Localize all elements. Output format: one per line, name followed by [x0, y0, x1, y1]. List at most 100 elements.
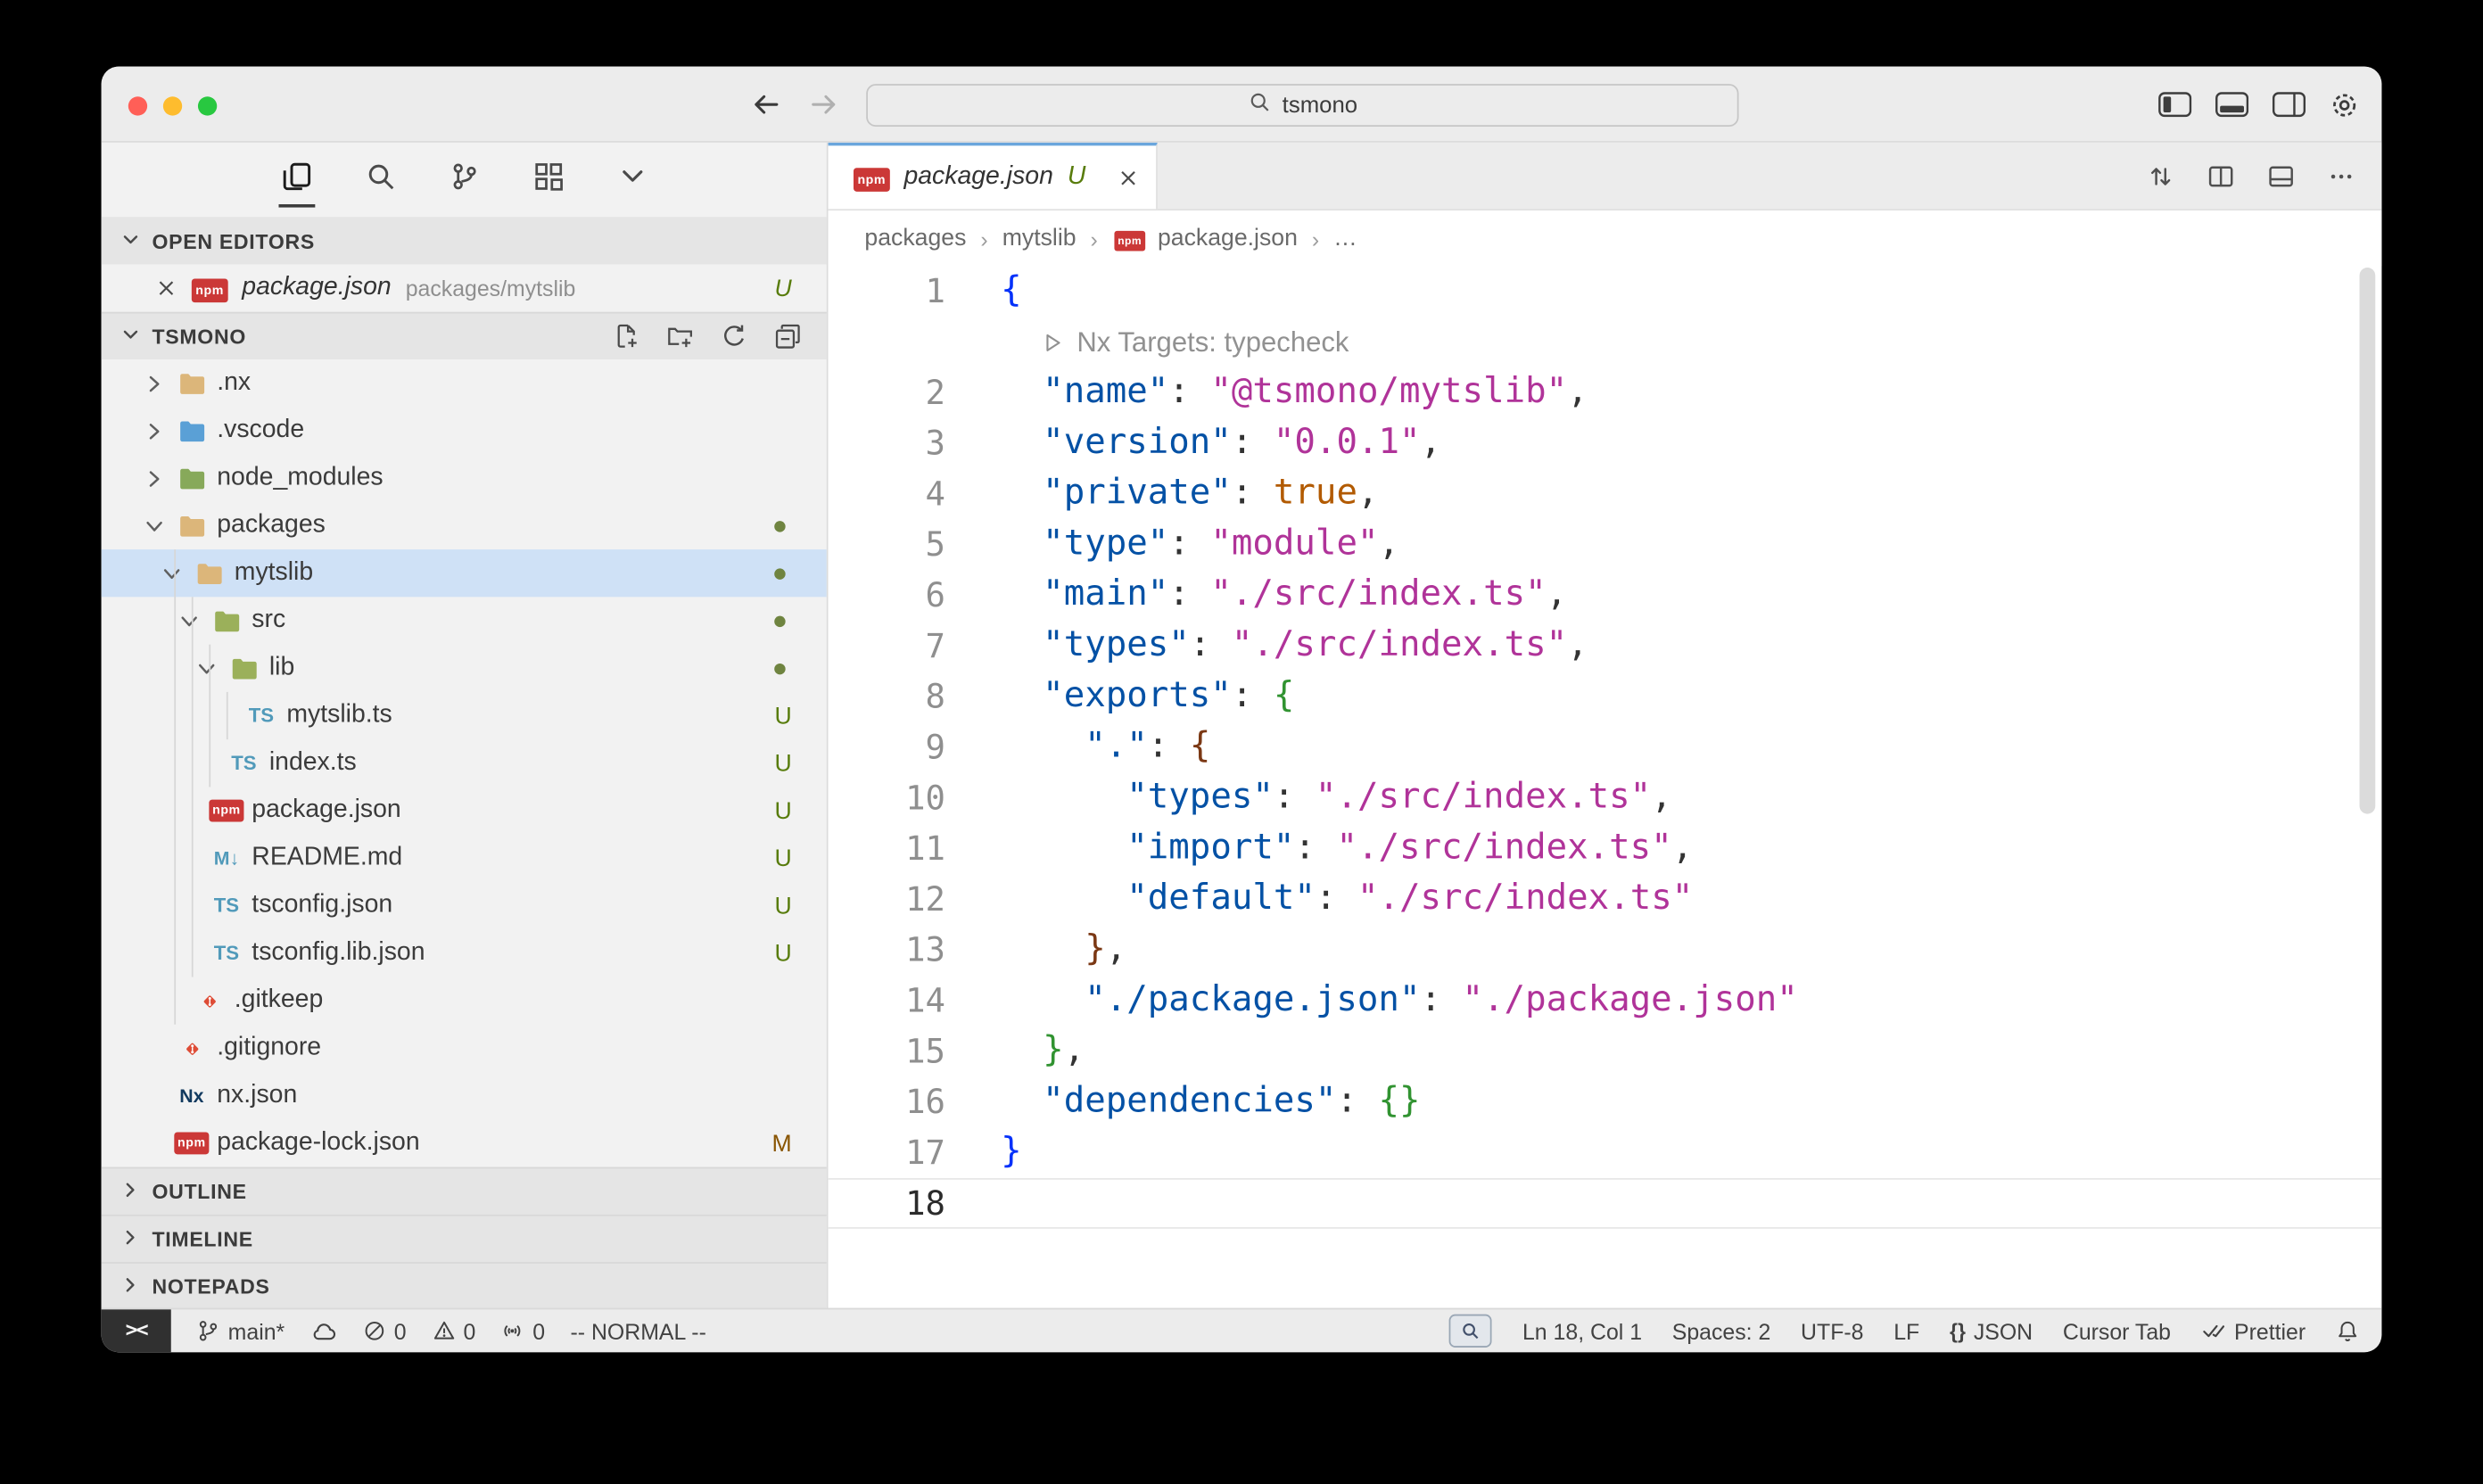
tree-item-README.md[interactable]: M↓README.mdU: [102, 835, 827, 882]
code-line-1[interactable]: 1{: [829, 266, 2382, 317]
toggle-panel-button[interactable]: [2215, 92, 2248, 117]
code-line-9[interactable]: 9 ".": {: [829, 722, 2382, 773]
indent-guide: [227, 692, 228, 739]
git-status-badge: U: [775, 797, 792, 824]
code-line-14[interactable]: 14 "./package.json": "./package.json": [829, 976, 2382, 1026]
minimize-window-button[interactable]: [163, 96, 182, 115]
toggle-primary-sidebar-button[interactable]: [2158, 92, 2191, 117]
tree-item-.vscode[interactable]: .vscode: [102, 407, 827, 454]
notifications[interactable]: [2336, 1309, 2360, 1352]
title-bar[interactable]: tsmono: [102, 67, 2382, 143]
git-branch[interactable]: main*: [196, 1309, 285, 1352]
search-tool-button[interactable]: [362, 153, 399, 206]
encoding[interactable]: UTF-8: [1801, 1309, 1863, 1352]
breadcrumb-item-mytslib[interactable]: mytslib: [1002, 225, 1077, 251]
chevron-spacer: [174, 892, 202, 920]
tree-item-tsconfig.json[interactable]: TStsconfig.jsonU: [102, 882, 827, 929]
remote-indicator[interactable]: ><: [102, 1309, 171, 1352]
collapse-folders-button[interactable]: [774, 323, 801, 350]
editor-pane[interactable]: 1{Nx Targets: typecheck2 "name": "@tsmon…: [829, 266, 2382, 1307]
code-line-6[interactable]: 6 "main": "./src/index.ts",: [829, 570, 2382, 621]
code-line-11[interactable]: 11 "import": "./src/index.ts",: [829, 823, 2382, 874]
code-line-8[interactable]: 8 "exports": {: [829, 672, 2382, 722]
tab-package-json[interactable]: npm package.json U: [829, 143, 1158, 210]
code-line-13[interactable]: 13 },: [829, 925, 2382, 976]
formatter-prettier[interactable]: Prettier: [2201, 1309, 2306, 1352]
open-editors-header[interactable]: OPEN EDITORS: [102, 217, 827, 264]
git-status-badge: M: [772, 1130, 792, 1157]
tree-item-mytslib[interactable]: mytslib: [102, 549, 827, 597]
notepads-section-header[interactable]: NOTEPADS: [102, 1262, 827, 1307]
codelens-nx-targets[interactable]: Nx Targets: typecheck: [1042, 317, 1349, 367]
close-tab-button[interactable]: [1117, 166, 1141, 190]
zoom-icon: [1449, 1315, 1492, 1348]
breadcrumb-item-packages[interactable]: packages: [864, 225, 966, 251]
more-actions-icon[interactable]: [2328, 162, 2355, 189]
tree-item-label: mytslib.ts: [286, 702, 392, 730]
more-tools-chevron-button[interactable]: [614, 153, 650, 206]
tree-item-package-lock.json[interactable]: npmpackage-lock.jsonM: [102, 1119, 827, 1167]
language-mode[interactable]: {}JSON: [1950, 1309, 2033, 1352]
split-editor-icon[interactable]: [2207, 162, 2234, 189]
new-folder-button[interactable]: [666, 323, 693, 350]
tree-item-.gitignore[interactable]: .gitignore: [102, 1025, 827, 1072]
cursor-tab[interactable]: Cursor Tab: [2063, 1309, 2171, 1352]
tree-item-label: .gitignore: [217, 1034, 321, 1062]
open-editor-item[interactable]: npm package.json packages/mytslib U: [102, 265, 827, 312]
code-line-7[interactable]: 7 "types": "./src/index.ts",: [829, 621, 2382, 672]
new-file-button[interactable]: [613, 323, 639, 350]
problems-errors[interactable]: 0: [362, 1309, 406, 1352]
explorer-tool-button[interactable]: [278, 153, 315, 206]
code-line-12[interactable]: 12 "default": "./src/index.ts": [829, 874, 2382, 925]
command-center-search[interactable]: tsmono: [866, 84, 1738, 127]
code-line-4[interactable]: 4 "private": true,: [829, 469, 2382, 520]
cloud-icon: [310, 1318, 337, 1343]
tree-item-src[interactable]: src: [102, 597, 827, 644]
ports[interactable]: 0: [501, 1309, 545, 1352]
customize-layout-icon[interactable]: [2268, 162, 2295, 189]
problems-warnings[interactable]: 0: [432, 1309, 475, 1352]
code-line-15[interactable]: 15 },: [829, 1026, 2382, 1077]
cursor-position[interactable]: Ln 18, Col 1: [1522, 1309, 1642, 1352]
tree-item-packages[interactable]: packages: [102, 502, 827, 549]
outline-section-header[interactable]: OUTLINE: [102, 1167, 827, 1215]
line-number: 11: [829, 823, 945, 874]
project-section-header[interactable]: TSMONO: [102, 312, 827, 359]
tree-item-.gitkeep[interactable]: .gitkeep: [102, 977, 827, 1024]
close-window-button[interactable]: [128, 96, 147, 115]
source-control-tool-button[interactable]: [446, 153, 483, 206]
navigate-forward-button[interactable]: [809, 92, 839, 117]
code-line-3[interactable]: 3 "version": "0.0.1",: [829, 418, 2382, 469]
sync-changes[interactable]: [310, 1309, 337, 1352]
close-editor-button[interactable]: [155, 277, 177, 300]
tree-item-tsconfig.lib.json[interactable]: TStsconfig.lib.jsonU: [102, 929, 827, 977]
navigate-back-button[interactable]: [751, 92, 781, 117]
navigate-editors-icon[interactable]: [2148, 162, 2174, 189]
eol[interactable]: LF: [1893, 1309, 1919, 1352]
toggle-secondary-sidebar-button[interactable]: [2273, 92, 2306, 117]
editor-scrollbar[interactable]: [2360, 268, 2376, 814]
refresh-explorer-button[interactable]: [721, 323, 747, 350]
code-line-18[interactable]: 18: [829, 1178, 2382, 1229]
tree-item-node_modules[interactable]: node_modules: [102, 455, 827, 502]
zoom-indicator[interactable]: [1449, 1309, 1492, 1352]
breadcrumb-item-…[interactable]: …: [1333, 225, 1357, 251]
code-line-10[interactable]: 10 "types": "./src/index.ts",: [829, 772, 2382, 823]
npm-file-icon: npm: [177, 1129, 206, 1158]
extensions-tool-button[interactable]: [530, 153, 566, 206]
zoom-window-button[interactable]: [198, 96, 217, 115]
code-line-2[interactable]: 2 "name": "@tsmono/mytslib",: [829, 367, 2382, 418]
timeline-section-header[interactable]: TIMELINE: [102, 1215, 827, 1262]
code-line-17[interactable]: 17}: [829, 1127, 2382, 1178]
indentation[interactable]: Spaces: 2: [1672, 1309, 1771, 1352]
tree-item-package.json[interactable]: npmpackage.jsonU: [102, 787, 827, 834]
breadcrumb-item-package.json[interactable]: npmpackage.json: [1112, 225, 1298, 251]
code-line-16[interactable]: 16 "dependencies": {}: [829, 1076, 2382, 1127]
code-line-5[interactable]: 5 "type": "module",: [829, 519, 2382, 570]
tree-item-nx.json[interactable]: Nxnx.json: [102, 1072, 827, 1119]
breadcrumb-separator: ›: [1312, 226, 1319, 251]
tree-item-.nx[interactable]: .nx: [102, 359, 827, 407]
codelens-row[interactable]: Nx Targets: typecheck: [829, 317, 2382, 367]
outline-label: OUTLINE: [152, 1180, 246, 1204]
settings-gear-button[interactable]: [2330, 89, 2360, 120]
